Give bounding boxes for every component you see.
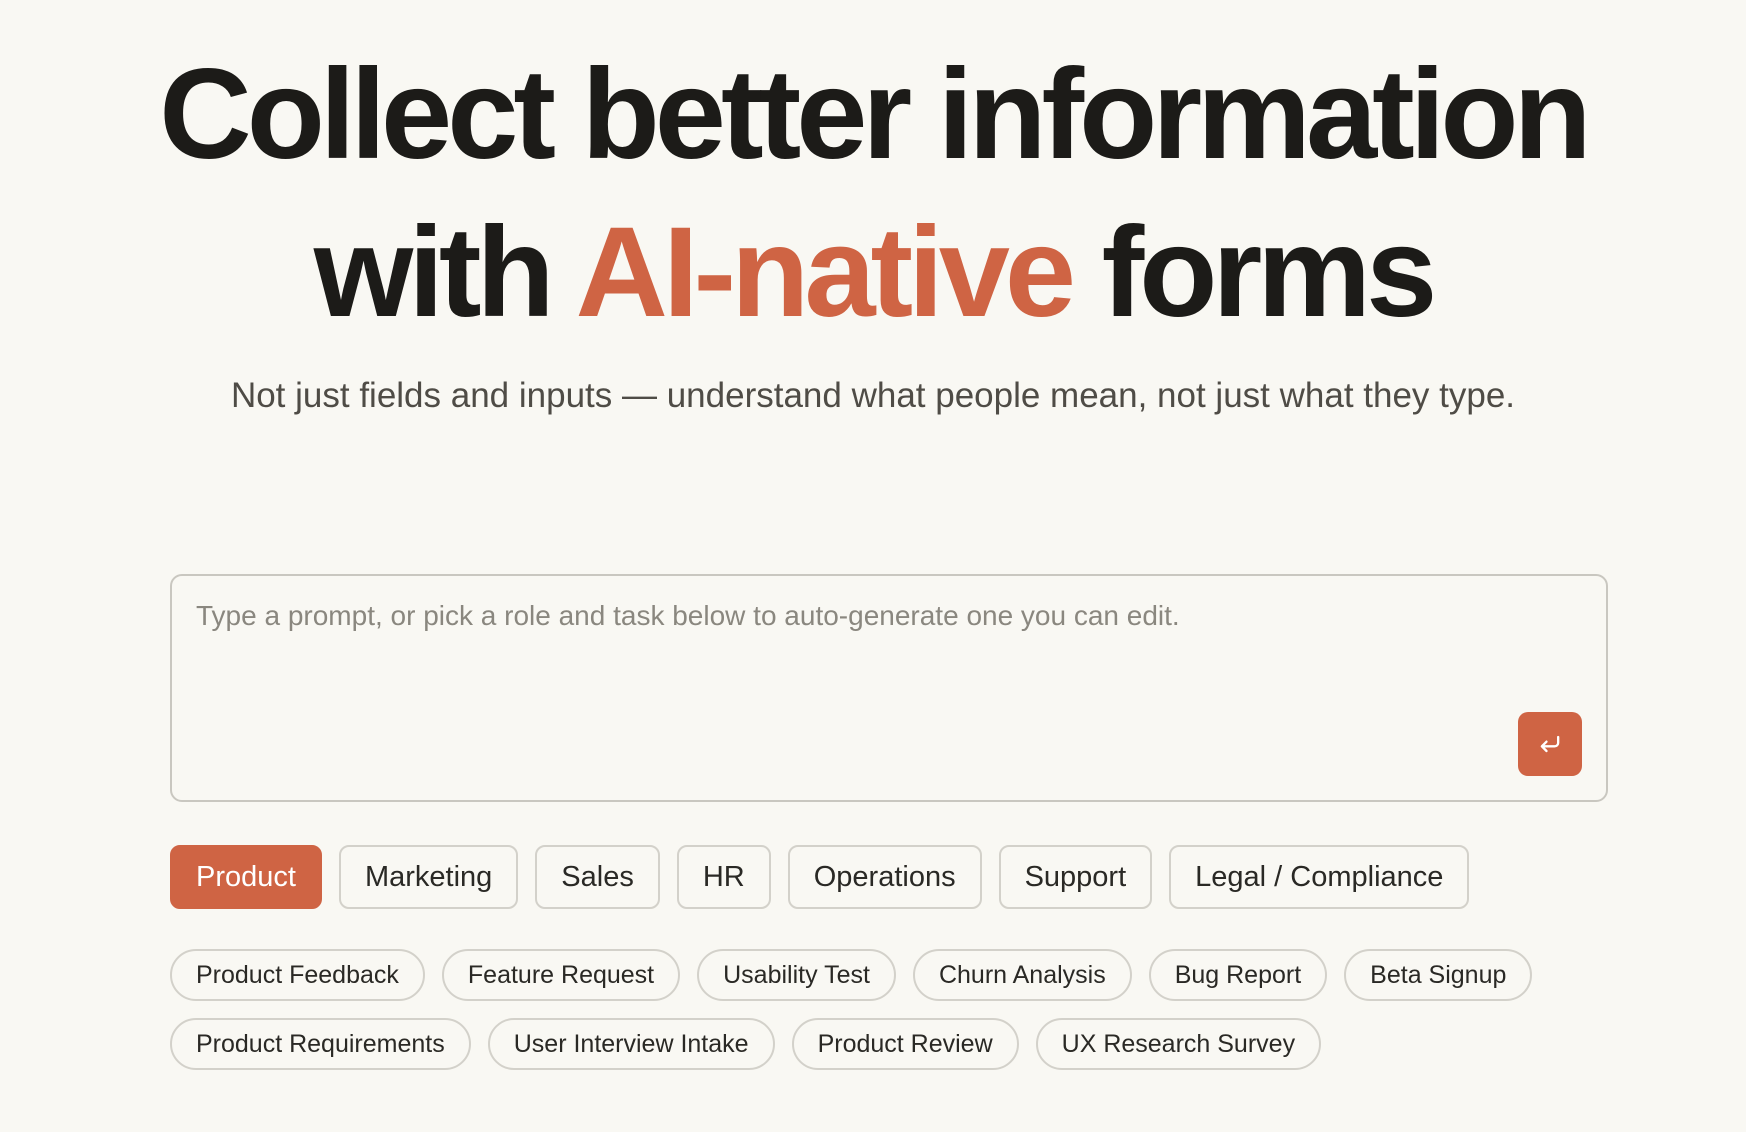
headline-line-2-prefix: with xyxy=(313,201,555,344)
return-arrow-icon xyxy=(1540,735,1560,753)
role-chip-sales[interactable]: Sales xyxy=(535,845,660,909)
task-chip-feature-request[interactable]: Feature Request xyxy=(441,949,681,1001)
task-chip-product-requirements[interactable]: Product Requirements xyxy=(170,1018,471,1070)
task-chip-churn-analysis[interactable]: Churn Analysis xyxy=(912,949,1132,1001)
task-chip-row-1: Product Feedback Feature Request Usability… xyxy=(170,949,1610,1001)
role-chip-hr[interactable]: HR xyxy=(676,845,771,909)
task-chip-product-feedback[interactable]: Product Feedback xyxy=(170,949,425,1001)
role-chip-support[interactable]: Support xyxy=(998,845,1153,909)
role-chip-row: Product Marketing Sales HR Operations Support… xyxy=(170,845,1470,909)
role-chip-product[interactable]: Product xyxy=(170,845,322,909)
role-chip-marketing[interactable]: Marketing xyxy=(338,845,519,909)
hero: Collect better information with AI-nativ… xyxy=(0,36,1746,352)
submit-button[interactable] xyxy=(1518,712,1582,776)
headline: Collect better information with AI-nativ… xyxy=(0,36,1746,352)
task-chip-user-interview-intake[interactable]: User Interview Intake xyxy=(487,1018,775,1070)
role-chip-operations[interactable]: Operations xyxy=(787,845,982,909)
headline-line-2-suffix: forms xyxy=(1101,201,1438,344)
task-chip-beta-signup[interactable]: Beta Signup xyxy=(1344,949,1533,1001)
task-chip-usability-test[interactable]: Usability Test xyxy=(697,949,896,1001)
prompt-input[interactable] xyxy=(196,600,1556,720)
task-chip-product-review[interactable]: Product Review xyxy=(791,1018,1019,1070)
headline-line-1: Collect better information xyxy=(159,43,1591,186)
prompt-box xyxy=(170,574,1608,802)
task-chip-row-2: Product Requirements User Interview Intak… xyxy=(170,1018,1610,1070)
subtitle: Not just fields and inputs — understand … xyxy=(230,376,1516,415)
role-chip-legal-compliance[interactable]: Legal / Compliance xyxy=(1169,845,1470,909)
task-chip-ux-research-survey[interactable]: UX Research Survey xyxy=(1035,1018,1322,1070)
task-chip-bug-report[interactable]: Bug Report xyxy=(1148,949,1328,1001)
task-chip-area: Product Feedback Feature Request Usability… xyxy=(170,949,1610,1087)
headline-accent: AI-native xyxy=(575,201,1077,344)
